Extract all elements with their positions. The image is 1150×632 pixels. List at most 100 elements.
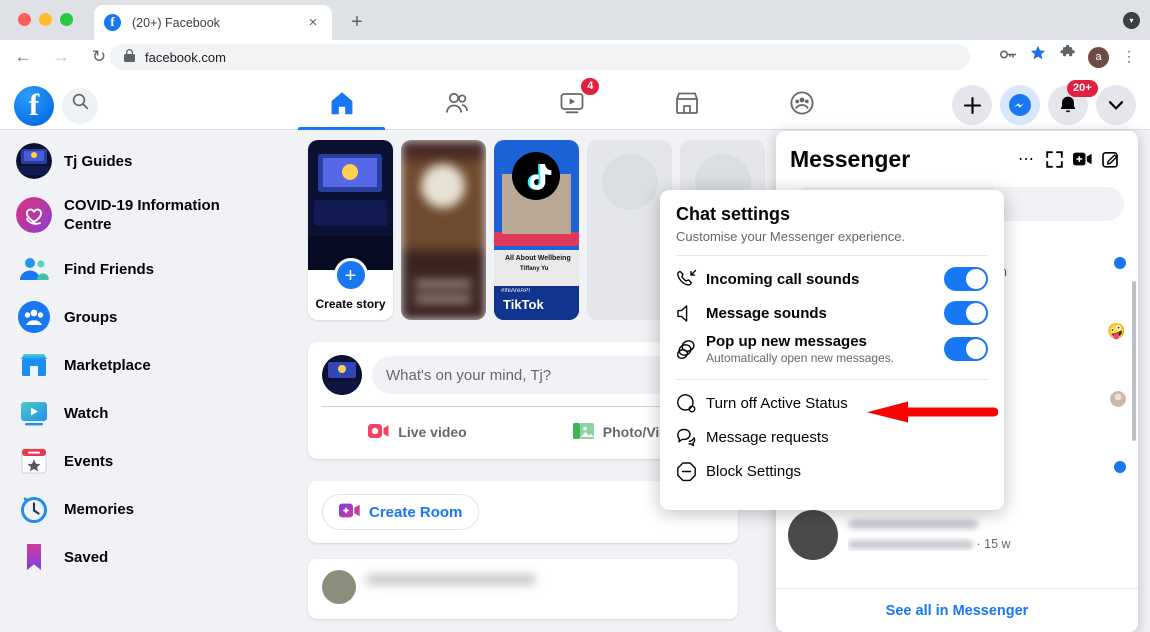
divider bbox=[676, 255, 988, 256]
profile-avatar[interactable]: a bbox=[1088, 46, 1109, 68]
expand-icon[interactable] bbox=[1040, 145, 1068, 173]
create-story-card[interactable]: + Create story bbox=[308, 140, 393, 320]
covid-icon bbox=[16, 197, 52, 233]
key-icon[interactable] bbox=[995, 44, 1021, 70]
toggle-popup-new-messages[interactable] bbox=[944, 337, 988, 361]
sidebar-item-label: Memories bbox=[64, 500, 135, 518]
unread-indicator bbox=[1114, 257, 1126, 269]
create-button[interactable] bbox=[952, 85, 992, 125]
avatar[interactable] bbox=[322, 570, 356, 604]
setting-incoming-call-sounds[interactable]: Incoming call sounds bbox=[676, 262, 988, 296]
menu-item-label: Block Settings bbox=[706, 462, 802, 480]
close-window-button[interactable] bbox=[18, 13, 31, 26]
message-requests-icon bbox=[676, 427, 706, 447]
live-video-button[interactable]: Live video bbox=[312, 413, 523, 451]
new-tab-button[interactable]: + bbox=[345, 11, 369, 35]
sidebar-item-label: Events bbox=[64, 452, 114, 470]
sidebar-item-profile[interactable]: Tj Guides bbox=[8, 139, 288, 183]
memories-icon bbox=[16, 491, 52, 527]
extensions-icon[interactable] bbox=[1055, 44, 1081, 70]
reaction-emoji: 🤪 bbox=[1107, 323, 1126, 340]
sidebar-item-marketplace[interactable]: Marketplace bbox=[8, 343, 288, 387]
speaker-icon bbox=[676, 304, 706, 323]
sidebar-item-covid[interactable]: COVID-19 Information Centre bbox=[8, 187, 288, 243]
annotation-arrow-left-icon bbox=[866, 400, 999, 424]
saved-icon bbox=[16, 539, 52, 575]
see-all-label: See all in Messenger bbox=[885, 602, 1029, 619]
nav-friends[interactable] bbox=[399, 76, 514, 130]
story-item-tiktok[interactable]: #IfeAreAPI All About Wellbeing Tiffany Yu T… bbox=[494, 140, 579, 320]
options-icon[interactable]: ⋯ bbox=[1012, 145, 1040, 173]
browser-tab[interactable]: f (20+) Facebook × bbox=[94, 5, 332, 40]
nav-watch[interactable]: 4 bbox=[514, 76, 629, 130]
notifications-button[interactable]: 20+ bbox=[1048, 80, 1098, 125]
avatar bbox=[788, 510, 838, 560]
forward-button[interactable]: → bbox=[46, 42, 76, 72]
story-placeholder-avatar bbox=[601, 154, 658, 210]
feed-post[interactable] bbox=[308, 559, 738, 619]
toggle-message-sounds[interactable] bbox=[944, 301, 988, 325]
groups-icon bbox=[16, 299, 52, 335]
popup-messages-icon bbox=[676, 339, 706, 360]
close-tab-button[interactable]: × bbox=[304, 14, 322, 32]
facebook-logo[interactable]: f bbox=[14, 86, 54, 126]
compose-icon[interactable] bbox=[1096, 145, 1124, 173]
tab-list-chevron-down-icon[interactable]: ▾ bbox=[1123, 12, 1140, 29]
marketplace-icon bbox=[16, 347, 52, 383]
sidebar-item-groups[interactable]: Groups bbox=[8, 295, 288, 339]
account-menu-button[interactable] bbox=[1096, 85, 1136, 125]
see-all-in-messenger-button[interactable]: See all in Messenger bbox=[776, 588, 1138, 632]
sidebar-item-watch[interactable]: Watch bbox=[8, 391, 288, 435]
nav-groups[interactable] bbox=[745, 76, 860, 130]
bookmark-star-icon[interactable] bbox=[1025, 44, 1051, 70]
menu-item-block-settings[interactable]: Block Settings bbox=[676, 454, 988, 488]
address-bar[interactable]: facebook.com bbox=[110, 44, 970, 70]
setting-subtitle: Automatically open new messages. bbox=[706, 351, 895, 365]
create-room-button[interactable]: Create Room bbox=[322, 494, 480, 530]
watch-icon bbox=[16, 395, 52, 431]
messenger-header: Messenger ⋯ bbox=[776, 131, 1138, 181]
minimize-window-button[interactable] bbox=[39, 13, 52, 26]
sidebar-item-saved[interactable]: Saved bbox=[8, 535, 288, 579]
find-friends-icon bbox=[16, 251, 52, 287]
nav-marketplace[interactable] bbox=[630, 76, 745, 130]
story-item[interactable] bbox=[401, 140, 486, 320]
list-item[interactable]: · 15 w bbox=[776, 501, 1138, 569]
sidebar-item-label: COVID-19 Information Centre bbox=[64, 197, 220, 233]
browser-menu-button[interactable]: ⋮ bbox=[1116, 44, 1142, 70]
profile-photo bbox=[16, 143, 52, 179]
messenger-button[interactable] bbox=[1000, 85, 1040, 125]
sidebar-item-label: Find Friends bbox=[64, 260, 154, 278]
new-video-chat-icon[interactable] bbox=[1068, 145, 1096, 173]
window-controls bbox=[18, 13, 73, 26]
sidebar-item-events[interactable]: Events bbox=[8, 439, 288, 483]
svg-text:TikTok: TikTok bbox=[503, 297, 544, 312]
create-story-plus-icon[interactable]: + bbox=[333, 258, 368, 292]
back-button[interactable]: ← bbox=[8, 42, 38, 72]
facebook-main-nav: 4 bbox=[284, 76, 860, 130]
chat-settings-subtitle: Customise your Messenger experience. bbox=[676, 229, 906, 244]
menu-item-message-requests[interactable]: Message requests bbox=[676, 420, 988, 454]
svg-text:All About Wellbeing: All About Wellbeing bbox=[505, 255, 571, 262]
setting-popup-new-messages[interactable]: Pop up new messages Automatically open n… bbox=[676, 330, 988, 368]
divider bbox=[676, 379, 988, 380]
setting-message-sounds[interactable]: Message sounds bbox=[676, 296, 988, 330]
tab-title: (20+) Facebook bbox=[132, 15, 220, 30]
facebook-icon: f bbox=[104, 14, 121, 31]
chat-settings-popover: Chat settings Customise your Messenger e… bbox=[660, 190, 1004, 510]
sidebar-item-memories[interactable]: Memories bbox=[8, 487, 288, 531]
maximize-window-button[interactable] bbox=[60, 13, 73, 26]
seen-avatar bbox=[1110, 391, 1126, 407]
thread-preview: · 15 w bbox=[848, 537, 1126, 551]
nav-home[interactable] bbox=[284, 76, 399, 130]
create-story-label: Create story bbox=[315, 297, 386, 311]
search-icon[interactable] bbox=[62, 88, 98, 124]
post-author-name bbox=[366, 575, 536, 584]
scrollbar[interactable] bbox=[1132, 281, 1136, 441]
avatar[interactable] bbox=[322, 355, 362, 395]
events-icon bbox=[16, 443, 52, 479]
create-room-label: Create Room bbox=[369, 503, 463, 521]
sidebar-item-label: Watch bbox=[64, 404, 109, 422]
toggle-incoming-call-sounds[interactable] bbox=[944, 267, 988, 291]
sidebar-item-find-friends[interactable]: Find Friends bbox=[8, 247, 288, 291]
